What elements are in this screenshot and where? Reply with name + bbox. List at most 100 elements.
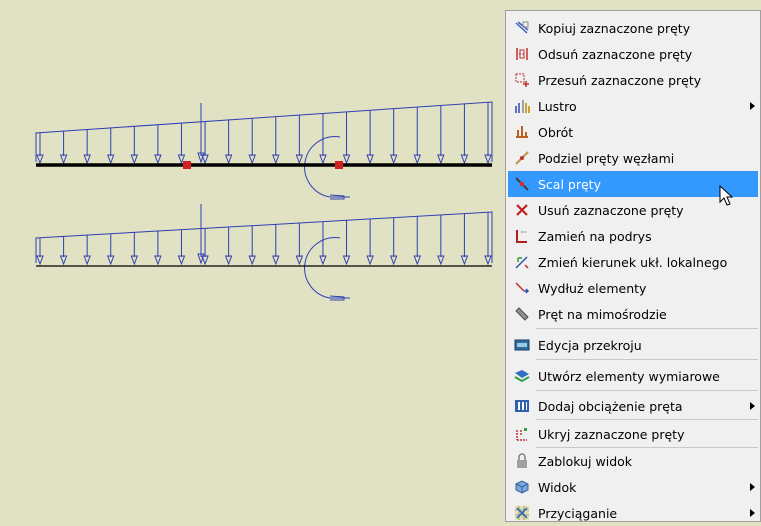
moment-arc [304,237,341,299]
load-arrow-head [389,255,398,266]
menu-item-divide-bars[interactable]: Podziel pręty węzłami [508,145,758,171]
menu-item-move-bars[interactable]: Przesuń zaznaczone pręty [508,67,758,93]
menu-separator [536,419,758,420]
move-bars-icon [512,70,532,90]
menu-item-label: Przesuń zaznaczone pręty [538,72,702,88]
load-arrow-head [272,154,280,165]
menu-item-offset-bars[interactable]: Odsuń zaznaczone pręty [508,41,758,67]
menu-item-eccentric-bar[interactable]: Pręt na mimośrodzie [508,301,758,327]
menu-item-hide-bars[interactable]: Ukryj zaznaczone pręty [508,421,758,447]
menu-item-mirror[interactable]: Lustro [508,93,758,119]
menu-item-convert-underlay[interactable]: Zamień na podrys [508,223,758,249]
load-arrow-head [437,255,445,266]
menu-item-label: Utwórz elementy wymiarowe [538,368,720,384]
moment-arc [304,136,341,198]
beam-2-group[interactable] [35,204,493,301]
edit-section-icon [512,335,532,355]
merge-bars-icon [512,174,532,194]
view-icon [512,477,532,497]
load-arrow-head [319,154,327,165]
submenu-arrow-icon [750,102,755,110]
load-arrow-head [154,154,162,165]
menu-item-label: Pręt na mimośrodzie [538,306,667,322]
load-arrow-head [130,154,139,165]
menu-item-copy-bars[interactable]: Kopiuj zaznaczone pręty [508,15,758,41]
node-marker [335,161,343,169]
submenu-arrow-icon [750,509,755,517]
menu-item-label: Wydłuż elementy [538,280,647,296]
menu-item-label: Zablokuj widok [538,453,633,469]
menu-item-snap[interactable]: Przyciąganie [508,500,758,526]
menu-item-label: Zmień kierunek ukł. lokalnego [538,254,728,270]
load-arrow-head [319,255,327,266]
menu-item-label: Przyciąganie [538,505,618,521]
divide-bars-icon [512,148,532,168]
menu-item-label: Odsuń zaznaczone pręty [538,46,693,62]
load-arrow-head [59,255,68,266]
copy-bars-icon [512,18,532,38]
submenu-arrow-icon [750,402,755,410]
snap-icon [512,503,532,523]
load-arrow-head [342,154,351,165]
beam-1-group[interactable] [35,101,493,200]
menu-item-label: Dodaj obciążenie pręta [538,398,683,414]
load-arrow-head [484,255,492,266]
load-arrow-head [36,154,44,165]
menu-item-label: Lustro [538,98,577,114]
load-arrow-head [413,255,421,266]
load-envelope [35,101,493,162]
load-arrow-head [460,154,469,165]
offset-bars-icon [512,44,532,64]
mirror-icon [512,96,532,116]
extend-elements-icon [512,278,532,298]
menu-item-label: Ukryj zaznaczone pręty [538,426,685,442]
load-arrow-head [59,154,68,165]
menu-item-add-bar-load[interactable]: Dodaj obciążenie pręta [508,393,758,419]
add-bar-load-icon [512,396,532,416]
menu-item-label: Scal pręty [538,176,601,192]
load-arrow-head [413,154,421,165]
eccentric-bar-icon [512,304,532,324]
load-arrow-head [389,154,398,165]
menu-item-label: Zamień na podrys [538,228,652,244]
load-arrow-head [130,255,139,266]
create-dimension-elements-icon [512,366,532,386]
load-arrow-head [224,154,233,165]
menu-separator [536,359,758,360]
menu-item-rotate[interactable]: Obrót [508,119,758,145]
load-arrow-head [295,255,304,266]
menu-item-label: Podziel pręty węzłami [538,150,675,166]
load-arrow-head [366,255,374,266]
menu-item-view[interactable]: Widok [508,474,758,500]
load-arrow-head [295,154,304,165]
menu-item-label: Kopiuj zaznaczone pręty [538,20,691,36]
load-arrow-head [224,255,233,266]
menu-item-lock-view[interactable]: Zablokuj widok [508,448,758,474]
load-arrow-head [177,255,186,266]
submenu-arrow-icon [750,483,755,491]
load-arrow-head [342,255,351,266]
load-arrow-head [248,154,256,165]
hide-bars-icon [512,424,532,444]
menu-item-extend-elements[interactable]: Wydłuż elementy [508,275,758,301]
load-arrow-head [154,255,162,266]
menu-item-label: Obrót [538,124,574,140]
node-marker [183,161,191,169]
load-arrow-head [83,255,91,266]
menu-separator [536,390,758,391]
load-arrow-head [484,154,492,165]
delete-bars-icon [512,200,532,220]
load-arrow-head [366,154,374,165]
load-arrow-head [460,255,469,266]
convert-to-underlay-icon [512,226,532,246]
rotate-icon [512,122,532,142]
menu-item-change-local-axis[interactable]: Zmień kierunek ukł. lokalnego [508,249,758,275]
menu-item-create-dimension-elements[interactable]: Utwórz elementy wymiarowe [508,363,758,389]
mouse-cursor-icon [719,185,734,206]
menu-separator [536,328,758,329]
menu-item-edit-section[interactable]: Edycja przekroju [508,332,758,358]
lock-view-icon [512,451,532,471]
change-local-axis-icon [512,252,532,272]
load-arrow-head [437,154,445,165]
load-arrow-head [83,154,91,165]
